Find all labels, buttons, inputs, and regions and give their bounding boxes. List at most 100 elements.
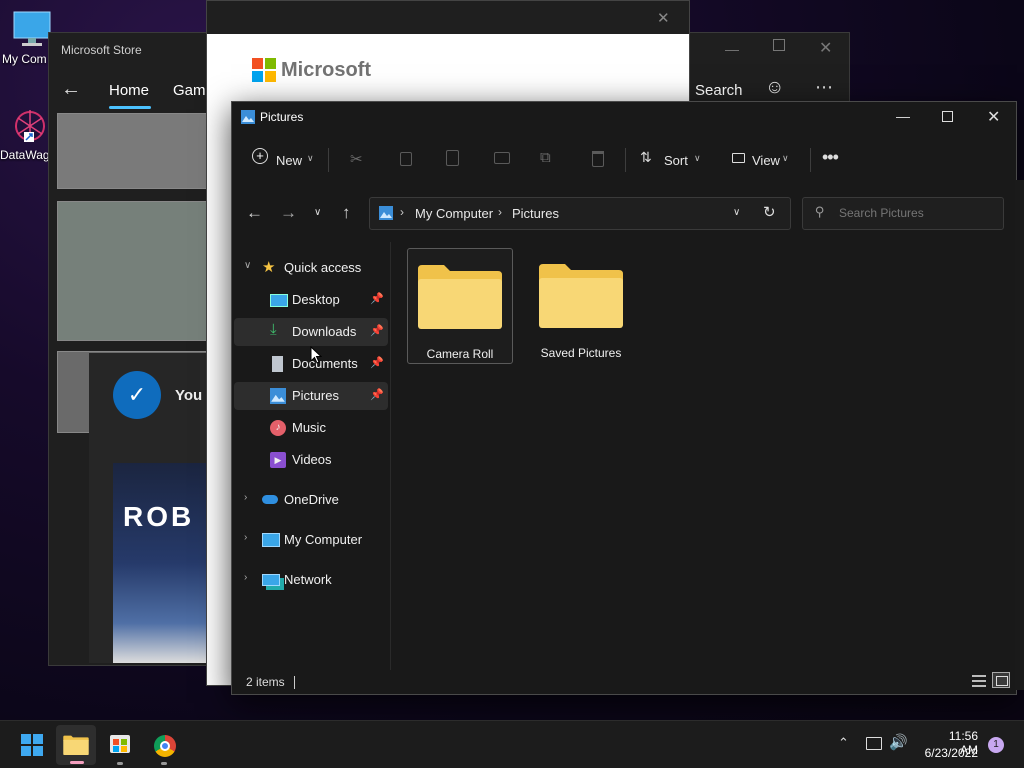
command-bar: + New ∨ ✂ ⧉ ⇅ Sort ∨ View ∨ ••• <box>232 138 1014 182</box>
nav-network[interactable]: › Network <box>234 566 388 594</box>
tab-home[interactable]: Home <box>109 82 149 99</box>
up-arrow-icon[interactable]: ↑ <box>342 203 351 223</box>
pin-icon[interactable]: 📌 <box>370 356 384 369</box>
maximize-button[interactable] <box>942 111 953 122</box>
chevron-down-icon: ∨ <box>307 153 314 163</box>
chevron-right-icon[interactable]: › <box>244 532 247 543</box>
minimize-button[interactable]: — <box>896 108 910 124</box>
product-tile[interactable] <box>57 201 219 341</box>
folder-icon <box>418 265 502 329</box>
brand-name: Microsoft <box>281 59 371 81</box>
close-button[interactable]: ✕ <box>987 107 1000 127</box>
refresh-icon[interactable]: ↻ <box>763 203 776 221</box>
paste-icon[interactable] <box>446 150 459 166</box>
nav-item-downloads[interactable]: ⤓ Downloads 📌 <box>234 318 388 346</box>
user-icon[interactable]: ☺ <box>765 77 784 99</box>
pane-divider <box>390 242 391 670</box>
pin-icon[interactable]: 📌 <box>370 388 384 401</box>
share-icon[interactable]: ⧉ <box>540 149 551 166</box>
nav-onedrive[interactable]: › OneDrive <box>234 486 388 514</box>
sort-button[interactable]: ⇅ Sort ∨ <box>640 149 710 170</box>
title-bar <box>207 1 689 34</box>
sort-label: Sort <box>664 153 688 168</box>
large-icons-view-button[interactable] <box>992 672 1010 688</box>
chevron-right-icon[interactable]: › <box>244 572 247 583</box>
cut-icon[interactable]: ✂ <box>350 150 363 168</box>
nav-item-label: Desktop <box>292 292 340 307</box>
chevron-right-icon[interactable]: › <box>244 492 247 503</box>
window-title: Pictures <box>260 110 304 124</box>
delete-icon[interactable] <box>592 151 604 167</box>
file-explorer-window[interactable]: Pictures — ✕ + New ∨ ✂ ⧉ ⇅ Sort ∨ View ∨… <box>231 101 1017 695</box>
start-button[interactable] <box>21 734 43 756</box>
view-button[interactable]: View ∨ <box>730 150 800 170</box>
minimize-button[interactable]: — <box>725 41 739 57</box>
product-tile[interactable] <box>57 113 219 189</box>
nav-item-label: Pictures <box>292 388 339 403</box>
status-item-count: 2 items <box>246 675 285 689</box>
tab-gaming[interactable]: Gami <box>173 82 209 99</box>
app-shortcut-icon <box>15 110 45 142</box>
volume-icon[interactable]: 🔊 <box>889 733 908 751</box>
nav-quick-access[interactable]: ∨ ★ Quick access <box>234 254 388 282</box>
view-icon <box>996 676 1008 686</box>
pictures-icon <box>270 388 286 404</box>
add-icon: + <box>252 148 268 164</box>
taskbar: ⌃ 🔊 11:56 AM 6/23/2022 1 <box>0 720 1024 768</box>
recent-locations-chevron-icon[interactable]: ∨ <box>314 207 321 218</box>
status-divider <box>294 676 295 689</box>
more-icon[interactable]: ⋯ <box>815 77 833 98</box>
close-button[interactable]: ✕ <box>819 38 832 58</box>
pin-icon[interactable]: 📌 <box>370 292 384 305</box>
nav-item-label: Quick access <box>284 260 362 275</box>
copy-icon[interactable] <box>400 152 412 166</box>
checkmark-icon: ✓ <box>113 371 161 419</box>
taskbar-microsoft-store[interactable] <box>100 725 140 765</box>
folder-icon <box>63 735 89 755</box>
nav-my-computer[interactable]: › My Computer <box>234 526 388 554</box>
taskbar-chrome[interactable] <box>144 725 184 765</box>
folder-saved-pictures[interactable]: Saved Pictures <box>529 248 633 362</box>
view-label: View <box>752 153 780 168</box>
address-bar[interactable]: › My Computer › Pictures ∨ ↻ <box>369 197 791 230</box>
toolbar-divider <box>625 148 626 172</box>
network-icon <box>262 574 280 586</box>
breadcrumb-item[interactable]: Pictures <box>512 206 559 221</box>
details-view-button[interactable] <box>972 675 986 687</box>
cloud-icon <box>262 495 278 504</box>
taskbar-file-explorer[interactable] <box>56 725 96 765</box>
nav-item-music[interactable]: ♪ Music <box>234 414 388 442</box>
maximize-button[interactable] <box>773 39 785 51</box>
search-button[interactable]: Search <box>695 82 743 99</box>
window-title: Microsoft Store <box>61 43 142 57</box>
mouse-cursor-icon <box>310 346 322 364</box>
new-label: New <box>276 153 303 168</box>
rename-icon[interactable] <box>494 152 510 164</box>
nav-item-pictures[interactable]: Pictures 📌 <box>234 382 388 410</box>
folder-label: Saved Pictures <box>540 346 622 360</box>
view-icon <box>732 153 745 163</box>
back-arrow-icon[interactable]: ← <box>246 203 263 223</box>
nav-item-videos[interactable]: ▶ Videos <box>234 446 388 474</box>
show-hidden-icons-chevron-icon[interactable]: ⌃ <box>838 735 849 751</box>
computer-icon <box>262 533 280 547</box>
nav-item-desktop[interactable]: Desktop 📌 <box>234 286 388 314</box>
clock-date[interactable]: 6/23/2022 <box>918 746 978 760</box>
network-icon[interactable] <box>866 737 882 750</box>
back-arrow-icon[interactable]: ← <box>61 78 81 101</box>
pin-icon[interactable]: 📌 <box>370 324 384 337</box>
more-options-icon[interactable]: ••• <box>822 147 839 168</box>
nav-item-label: OneDrive <box>284 492 339 507</box>
chevron-down-icon[interactable]: ∨ <box>244 260 251 271</box>
forward-arrow-icon[interactable]: → <box>280 203 297 223</box>
breadcrumb-item[interactable]: My Computer <box>415 206 493 221</box>
search-box[interactable]: ⚲ <box>802 197 1004 230</box>
chevron-down-icon[interactable]: ∨ <box>733 207 740 218</box>
notification-badge[interactable]: 1 <box>988 737 1004 753</box>
folder-camera-roll[interactable]: Camera Roll <box>407 248 513 364</box>
search-input[interactable] <box>837 203 991 223</box>
active-indicator <box>70 761 84 764</box>
nav-item-label: Downloads <box>292 324 357 339</box>
close-button[interactable]: ✕ <box>657 9 670 27</box>
chevron-right-icon: › <box>498 205 502 219</box>
